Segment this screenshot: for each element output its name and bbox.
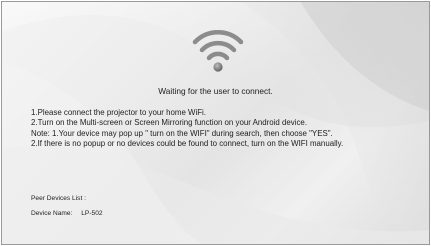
device-name-value: LP-502 (81, 210, 103, 217)
device-list-item[interactable]: Device Name: LP-502 (31, 210, 103, 217)
instruction-note: Note: 1.Your device may pop up " turn on… (31, 128, 333, 138)
instruction-line: 2.Turn on the Multi-screen or Screen Mir… (31, 118, 308, 128)
instruction-line: 1.Please connect the projector to your h… (31, 108, 206, 117)
wifi-icon (192, 30, 244, 72)
device-name-label: Device Name: (31, 210, 73, 217)
peer-devices-title: Peer Devices List : (31, 195, 86, 202)
instruction-note: 2.If there is no popup or no devices cou… (31, 139, 344, 149)
instructions: 1.Please connect the projector to your h… (31, 108, 343, 150)
status-message: Waiting for the user to connect. (158, 86, 273, 96)
mirroring-screen: Waiting for the user to connect. 1.Pleas… (1, 1, 430, 245)
